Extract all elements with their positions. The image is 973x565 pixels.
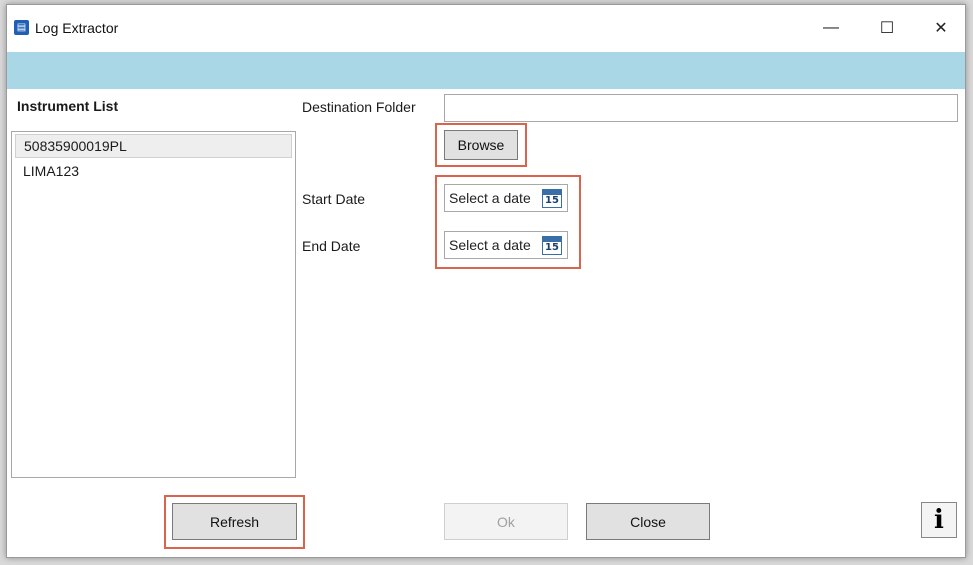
minimize-button[interactable]: —	[809, 13, 853, 43]
info-icon[interactable]: i	[921, 502, 957, 538]
instrument-list-label: Instrument List	[17, 98, 119, 114]
destination-folder-input[interactable]	[444, 94, 958, 122]
destination-folder-label: Destination Folder	[302, 99, 416, 115]
end-date-label: End Date	[302, 238, 361, 254]
window-title: Log Extractor	[35, 20, 119, 36]
close-icon: ✕	[934, 20, 948, 37]
start-date-placeholder: Select a date	[449, 190, 531, 206]
ok-button[interactable]: Ok	[444, 503, 568, 540]
minimize-icon: —	[823, 19, 839, 36]
calendar-icon[interactable]: 15	[542, 236, 562, 255]
close-button[interactable]: Close	[586, 503, 710, 540]
start-date-picker[interactable]: Select a date 15	[444, 184, 568, 212]
app-icon: ▤	[14, 20, 29, 35]
start-date-label: Start Date	[302, 191, 366, 207]
close-window-button[interactable]: ✕	[919, 13, 963, 43]
header-banner	[7, 52, 965, 89]
calendar-icon[interactable]: 15	[542, 189, 562, 208]
maximize-icon: ☐	[879, 20, 895, 37]
maximize-button[interactable]: ☐	[865, 13, 909, 43]
refresh-button[interactable]: Refresh	[172, 503, 297, 540]
instrument-listbox[interactable]: 50835900019PL LIMA123	[11, 131, 296, 478]
browse-button[interactable]: Browse	[444, 130, 518, 160]
end-date-picker[interactable]: Select a date 15	[444, 231, 568, 259]
log-extractor-window: ▤ Log Extractor — ☐ ✕ Instrument List 50…	[6, 4, 966, 558]
title-bar: ▤ Log Extractor — ☐ ✕	[7, 5, 965, 51]
list-item[interactable]: LIMA123	[15, 160, 292, 182]
end-date-placeholder: Select a date	[449, 237, 531, 253]
list-item[interactable]: 50835900019PL	[15, 134, 292, 158]
